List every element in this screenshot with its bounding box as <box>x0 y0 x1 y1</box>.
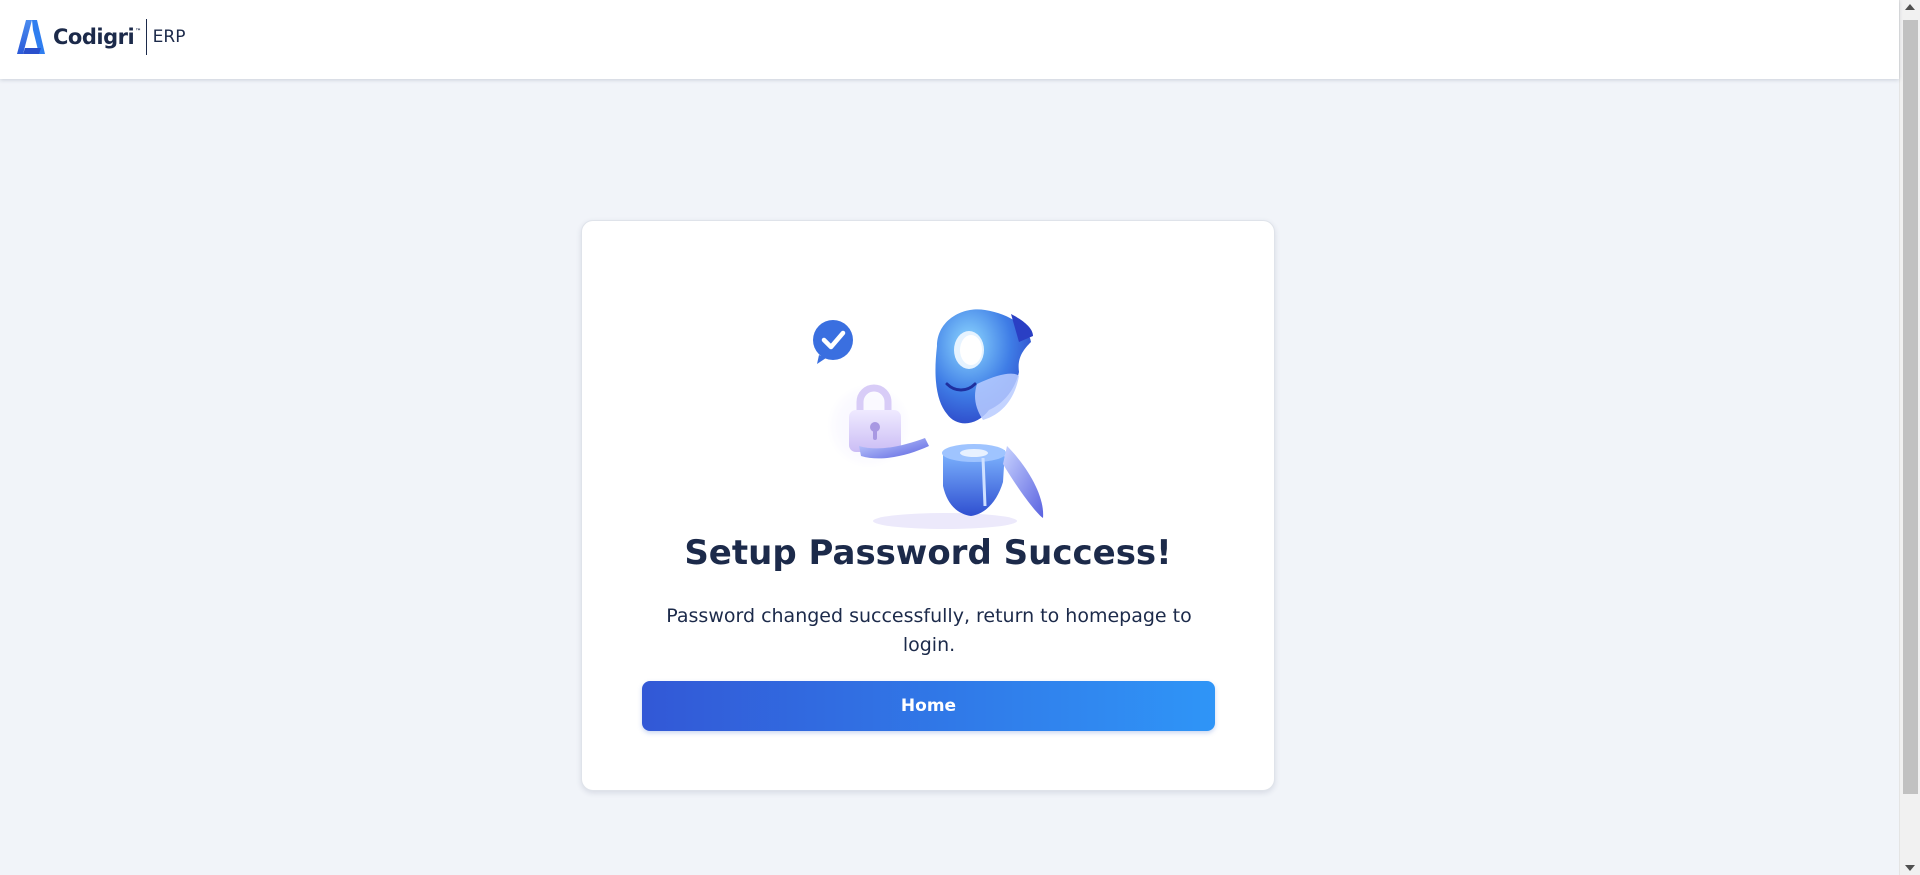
scroll-down-arrow-icon[interactable] <box>1905 865 1915 871</box>
brand-logo[interactable]: Codigri™ ERP <box>17 17 185 57</box>
brand-name-text: Codigri <box>53 25 135 49</box>
page-scrollbar[interactable] <box>1899 0 1920 875</box>
page-title: Setup Password Success! <box>684 533 1172 573</box>
robot-lock-success-illustration <box>813 309 1044 529</box>
scroll-up-arrow-icon[interactable] <box>1905 4 1915 10</box>
brand-suffix: ERP <box>152 27 186 47</box>
brand-trademark: ™ <box>135 28 141 35</box>
top-header: Codigri™ ERP <box>0 0 1899 79</box>
codigri-logo-icon <box>17 20 45 54</box>
home-button[interactable]: Home <box>642 681 1215 731</box>
brand-divider <box>145 19 147 55</box>
scrollbar-thumb[interactable] <box>1903 20 1918 794</box>
brand-name: Codigri™ <box>53 25 141 49</box>
success-card: Setup Password Success! Password changed… <box>581 220 1275 791</box>
success-message: Password changed successfully, return to… <box>666 605 1192 656</box>
